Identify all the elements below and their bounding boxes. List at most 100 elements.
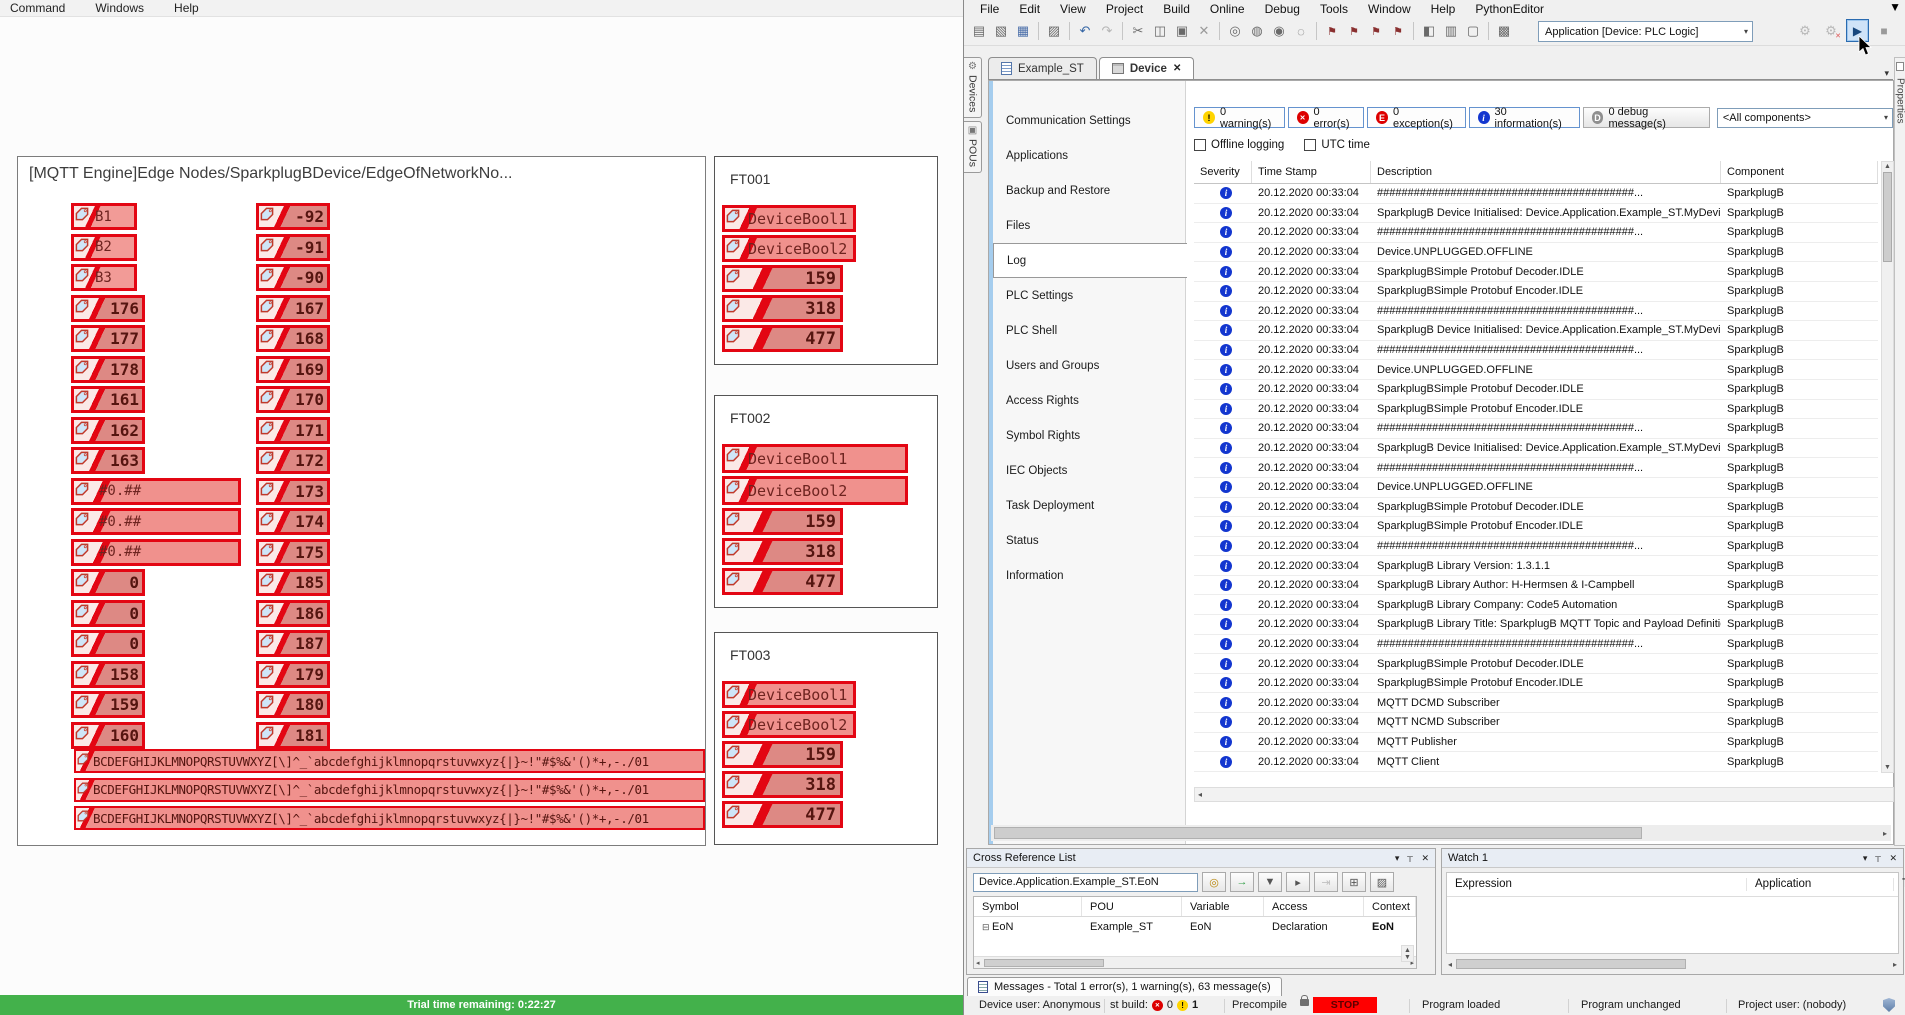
log-row[interactable]: 20.12.2020 00:33:04 SparkplugBSimple Pro… bbox=[1194, 262, 1878, 282]
sidebar-item[interactable]: Symbol Rights bbox=[993, 418, 1185, 453]
sidebar-item[interactable]: Backup and Restore bbox=[993, 173, 1185, 208]
menu-item[interactable]: View bbox=[1050, 2, 1096, 16]
properties-strip[interactable]: Properties bbox=[1894, 57, 1905, 846]
tag[interactable]: 173 bbox=[256, 478, 330, 505]
tag-bool[interactable]: DeviceBool1 bbox=[722, 444, 908, 473]
sidebar-item[interactable]: Status bbox=[993, 523, 1185, 558]
menu-item[interactable]: Command bbox=[10, 1, 65, 15]
sidebar-item[interactable]: Files bbox=[993, 208, 1185, 243]
checkbox[interactable] bbox=[1194, 139, 1206, 151]
print-button[interactable]: ▨ bbox=[1370, 872, 1394, 892]
log-option[interactable]: Offline logging bbox=[1194, 139, 1284, 151]
scroll-right-icon[interactable]: ▸ bbox=[1883, 829, 1891, 838]
log-row[interactable]: 20.12.2020 00:33:04 SparkplugB Device In… bbox=[1194, 439, 1878, 459]
tag-string[interactable]: BCDEFGHIJKLMNOPQRSTUVWXYZ[\]^_`abcdefghi… bbox=[74, 749, 705, 773]
sep[interactable] bbox=[1316, 22, 1317, 40]
checkbox[interactable] bbox=[1304, 139, 1316, 151]
tag[interactable]: #0.## bbox=[71, 478, 241, 505]
log-vertical-scrollbar[interactable]: ▲ ▼ bbox=[1881, 161, 1894, 773]
tag-number[interactable]: 477 bbox=[722, 568, 843, 595]
log-row[interactable]: 20.12.2020 00:33:04 ####################… bbox=[1194, 184, 1878, 204]
delete-icon[interactable]: ✕ bbox=[1193, 21, 1215, 41]
tag[interactable]: 181 bbox=[256, 722, 330, 749]
log-row[interactable]: 20.12.2020 00:33:04 SparkplugB Library T… bbox=[1194, 615, 1878, 635]
tab-device[interactable]: Device ✕ bbox=[1099, 57, 1194, 79]
log-row[interactable]: 20.12.2020 00:33:04 SparkplugBSimple Pro… bbox=[1194, 654, 1878, 674]
sidebar-item[interactable]: PLC Shell bbox=[993, 313, 1185, 348]
scrollbar-thumb[interactable] bbox=[1883, 172, 1892, 262]
find-replace-icon[interactable]: ◉ bbox=[1268, 21, 1290, 41]
tag[interactable]: 178 bbox=[71, 356, 145, 383]
log-filter-button[interactable]: 0 error(s) bbox=[1288, 107, 1364, 128]
tag[interactable]: 161 bbox=[71, 386, 145, 413]
tag-number[interactable]: 318 bbox=[722, 538, 843, 565]
log-row[interactable]: 20.12.2020 00:33:04 ####################… bbox=[1194, 419, 1878, 439]
column-header[interactable]: Description bbox=[1371, 161, 1721, 183]
components-combo[interactable]: <All components> ▾ bbox=[1717, 108, 1893, 128]
panel-titlebar[interactable]: Watch 1 ▾ ⟂ ✕ bbox=[1442, 849, 1903, 868]
tag[interactable]: 162 bbox=[71, 417, 145, 444]
tag[interactable]: B1 bbox=[71, 203, 137, 230]
sidebar-item[interactable]: Users and Groups bbox=[993, 348, 1185, 383]
tag[interactable]: -92 bbox=[256, 203, 330, 230]
log-row[interactable]: 20.12.2020 00:33:04 SparkplugB Library V… bbox=[1194, 556, 1878, 576]
log-row[interactable]: 20.12.2020 00:33:04 SparkplugBSimple Pro… bbox=[1194, 282, 1878, 302]
log-row[interactable]: 20.12.2020 00:33:04 SparkplugBSimple Pro… bbox=[1194, 517, 1878, 537]
side-tab[interactable]: ⚙ Devices bbox=[964, 57, 982, 118]
tag[interactable]: 0 bbox=[71, 630, 145, 657]
tag[interactable]: 158 bbox=[71, 661, 145, 688]
sep[interactable] bbox=[1488, 22, 1489, 40]
watch-horizontal-scrollbar[interactable]: ◂ ▸ bbox=[1446, 957, 1899, 971]
window-menu-icon[interactable]: ▼ bbox=[1889, 0, 1901, 14]
close-icon[interactable]: ✕ bbox=[1421, 853, 1429, 864]
tag[interactable]: 185 bbox=[256, 569, 330, 596]
sep[interactable] bbox=[1038, 22, 1039, 40]
column-header[interactable]: Severity bbox=[1194, 161, 1252, 183]
tag[interactable]: #0.## bbox=[71, 508, 241, 535]
log-row[interactable]: 20.12.2020 00:33:04 SparkplugB Library C… bbox=[1194, 595, 1878, 615]
chevron-down-icon[interactable]: ▾ bbox=[1884, 113, 1892, 122]
menu-item[interactable]: Window bbox=[1358, 2, 1421, 16]
tag-number[interactable]: 477 bbox=[722, 325, 843, 352]
log-filter-button[interactable]: 0 debug message(s) bbox=[1583, 107, 1710, 128]
tag-string[interactable]: BCDEFGHIJKLMNOPQRSTUVWXYZ[\]^_`abcdefghi… bbox=[74, 778, 705, 802]
tag[interactable]: 179 bbox=[256, 661, 330, 688]
cross-reference-row[interactable]: EoN Example_ST EoN Declaration EoN bbox=[974, 917, 1416, 937]
log-row[interactable]: 20.12.2020 00:33:04 SparkplugBSimple Pro… bbox=[1194, 674, 1878, 694]
log-row[interactable]: 20.12.2020 00:33:04 Device.UNPLUGGED.OFF… bbox=[1194, 478, 1878, 498]
scroll-right-icon[interactable]: ▸ bbox=[1893, 960, 1897, 969]
scroll-left-icon[interactable]: ◂ bbox=[976, 959, 980, 967]
redo-icon[interactable]: ↷ bbox=[1096, 21, 1118, 41]
tag[interactable]: #0.## bbox=[71, 539, 241, 566]
sidebar-item[interactable]: Access Rights bbox=[993, 383, 1185, 418]
sep[interactable] bbox=[1219, 22, 1220, 40]
tab-example-st[interactable]: Example_ST bbox=[988, 57, 1097, 79]
tag[interactable]: 160 bbox=[71, 722, 145, 749]
expand-button[interactable]: ▸ bbox=[1286, 872, 1310, 892]
tag-bool[interactable]: DeviceBool1 bbox=[722, 205, 856, 232]
close-icon[interactable]: ✕ bbox=[1889, 853, 1897, 864]
column-header[interactable]: Context bbox=[1364, 897, 1416, 916]
scroll-down-icon[interactable]: ▼ bbox=[1884, 764, 1891, 771]
tag[interactable]: 168 bbox=[256, 325, 330, 352]
column-header[interactable]: Symbol bbox=[974, 897, 1082, 916]
menu-item[interactable]: Online bbox=[1200, 2, 1255, 16]
tag[interactable]: 175 bbox=[256, 539, 330, 566]
sidebar-item[interactable]: Task Deployment bbox=[993, 488, 1185, 523]
tag-number[interactable]: 159 bbox=[722, 741, 843, 768]
log-filter-button[interactable]: 30 information(s) bbox=[1469, 107, 1580, 128]
tag[interactable]: 159 bbox=[71, 691, 145, 718]
tag[interactable]: 177 bbox=[71, 325, 145, 352]
tag-number[interactable]: 318 bbox=[722, 771, 843, 798]
edit-object-icon[interactable]: ▢ bbox=[1462, 21, 1484, 41]
panel-titlebar[interactable]: Cross Reference List ▾ ⟂ ✕ bbox=[967, 849, 1435, 868]
log-row[interactable]: 20.12.2020 00:33:04 MQTT NCMD Subscriber… bbox=[1194, 713, 1878, 733]
page-horizontal-scrollbar[interactable]: ▸ bbox=[991, 825, 1891, 841]
menu-item[interactable]: Help bbox=[174, 1, 199, 15]
tag[interactable]: -91 bbox=[256, 234, 330, 261]
print-icon[interactable]: ▨ bbox=[1043, 21, 1065, 41]
log-row[interactable]: 20.12.2020 00:33:04 MQTT Client Sparkplu… bbox=[1194, 752, 1878, 772]
log-row[interactable]: 20.12.2020 00:33:04 SparkplugBSimple Pro… bbox=[1194, 380, 1878, 400]
sidebar-item[interactable]: Information bbox=[993, 558, 1185, 593]
column-header[interactable]: Component bbox=[1721, 161, 1878, 183]
